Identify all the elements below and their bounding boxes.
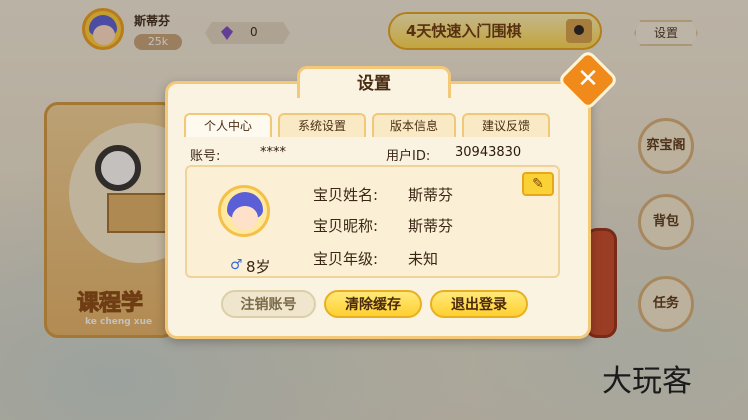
account-label: 账号: (190, 149, 221, 164)
edit-profile-button[interactable]: ✎ (522, 172, 554, 196)
nickname-label: 宝贝昵称: (313, 217, 379, 235)
close-icon[interactable]: ✕ (566, 58, 610, 102)
clear-cache-button[interactable]: 清除缓存 (324, 290, 422, 318)
tab-personal[interactable]: 个人中心 (184, 113, 272, 137)
age-label: 8岁 (246, 258, 271, 276)
account-value: **** (260, 145, 286, 160)
profile-avatar[interactable] (218, 185, 270, 237)
pencil-icon: ✎ (532, 176, 544, 192)
user-id-value: 30943830 (455, 145, 522, 160)
watermark: 大玩客 (602, 364, 692, 399)
name-value: 斯蒂芬 (408, 186, 454, 204)
male-icon: ♂ (230, 257, 243, 273)
nickname-value: 斯蒂芬 (408, 217, 454, 235)
deactivate-account-button[interactable]: 注销账号 (221, 290, 316, 318)
logout-button[interactable]: 退出登录 (430, 290, 528, 318)
dialog-title: 设置 (297, 66, 451, 98)
tab-version-info[interactable]: 版本信息 (372, 113, 456, 137)
grade-label: 宝贝年级: (313, 250, 379, 268)
tab-system-settings[interactable]: 系统设置 (278, 113, 366, 137)
tab-feedback[interactable]: 建议反馈 (462, 113, 550, 137)
user-id-label: 用户ID: (386, 149, 431, 164)
grade-value: 未知 (408, 250, 439, 268)
name-label: 宝贝姓名: (313, 186, 379, 204)
